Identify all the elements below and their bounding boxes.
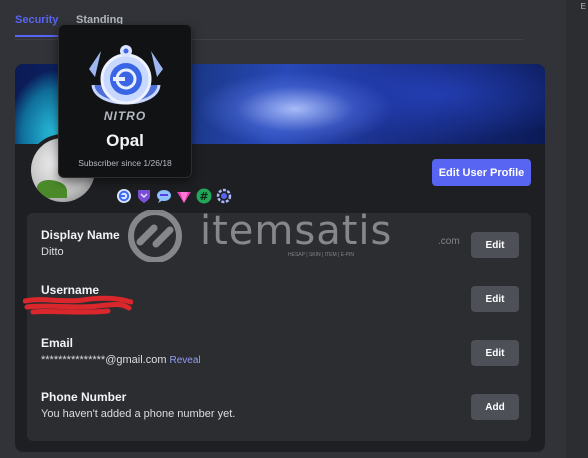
shield-badge-icon[interactable]	[136, 188, 152, 204]
gem-badge-icon[interactable]	[176, 188, 192, 204]
nitro-brand-label: NITRO	[103, 109, 147, 123]
right-scroll-strip: E	[566, 0, 588, 458]
svg-text:#: #	[199, 190, 208, 203]
settings-page: E Security Standing Edit User Profile # …	[0, 0, 588, 458]
watermark-text: itemsatis	[200, 208, 393, 254]
hashtag-badge-icon[interactable]: #	[196, 188, 212, 204]
phone-value: You haven't added a phone number yet.	[41, 408, 236, 420]
watermark-tagline: HESAP | SKIN | ITEM | E-PIN	[288, 252, 355, 258]
edit-display-name-button[interactable]: Edit	[471, 232, 519, 258]
nitro-opal-icon[interactable]	[116, 188, 132, 204]
reveal-email-link[interactable]: Reveal	[170, 355, 201, 366]
tab-security[interactable]: Security	[15, 14, 59, 37]
email-field: Email ***************@gmail.com Reveal	[41, 336, 521, 366]
email-value-line: ***************@gmail.com Reveal	[41, 354, 521, 366]
edit-user-profile-button[interactable]: Edit User Profile	[432, 159, 531, 186]
username-redaction-scribble	[23, 295, 133, 315]
subscriber-since-label: Subscriber since 1/26/18	[78, 158, 172, 168]
email-value: ***************@gmail.com	[41, 354, 167, 366]
corner-mark: E	[580, 2, 586, 11]
nitro-tooltip: NITRO Opal Subscriber since 1/26/18	[58, 24, 192, 178]
phone-field: Phone Number You haven't added a phone n…	[41, 390, 521, 420]
edit-email-button[interactable]: Edit	[471, 340, 519, 366]
phone-label: Phone Number	[41, 390, 127, 404]
add-phone-button[interactable]: Add	[471, 394, 519, 420]
email-label: Email	[41, 336, 74, 350]
watermark-com: .com	[438, 236, 460, 247]
badge-row: #	[116, 188, 232, 204]
nitro-tier-label: Opal	[106, 131, 144, 150]
edit-username-button[interactable]: Edit	[471, 286, 519, 312]
quest-badge-icon[interactable]	[216, 188, 232, 204]
watermark: itemsatis HESAP | SKIN | ITEM | E-PIN .c…	[120, 208, 470, 270]
speech-bubble-badge-icon[interactable]	[156, 188, 172, 204]
watermark-logo-icon	[128, 210, 182, 262]
